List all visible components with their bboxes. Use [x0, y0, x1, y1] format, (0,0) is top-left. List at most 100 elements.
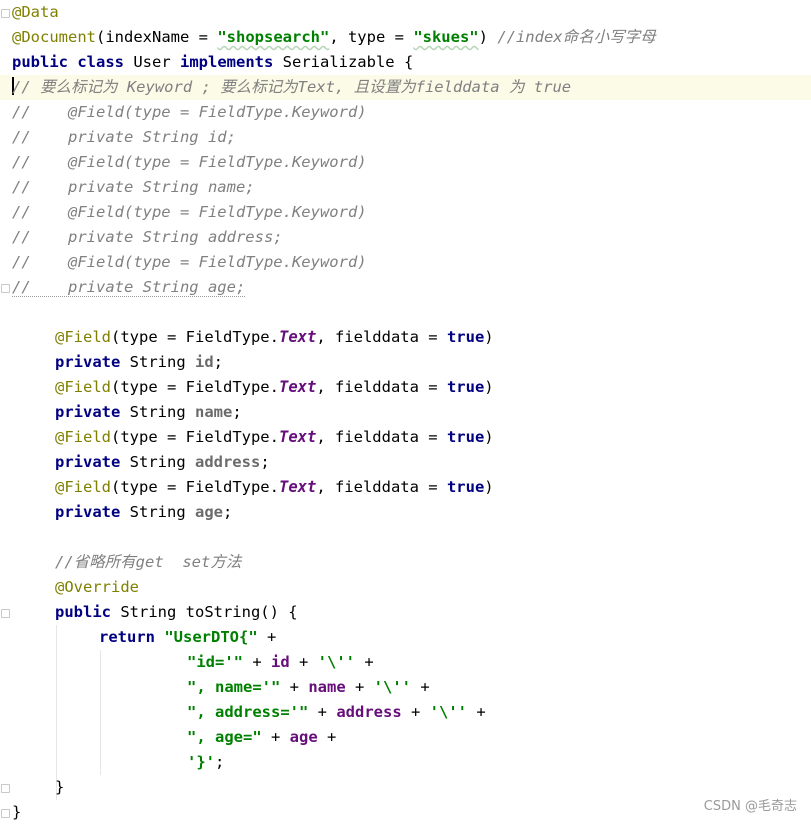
fold-marker-icon[interactable] [1, 609, 10, 618]
code-token: ) [484, 328, 494, 346]
code-token: (indexName = [96, 28, 218, 46]
keyword: public [55, 603, 121, 621]
type-name: String [129, 403, 195, 421]
keyword: true [446, 428, 485, 446]
code-line: // @Field(type = FieldType.Keyword) [12, 150, 367, 175]
string-literal: ", address='" [187, 703, 309, 721]
comment: // private String id; [12, 128, 236, 146]
code-token: , fielddata = [316, 428, 447, 446]
field-name: id [194, 353, 214, 371]
keyword: true [446, 478, 485, 496]
code-line: // @Field(type = FieldType.Keyword) [12, 100, 367, 125]
char-literal: '\'' [317, 653, 355, 671]
field-name: name [194, 403, 233, 421]
code-line: private String address; [12, 450, 270, 475]
code-token: + [308, 703, 337, 721]
string-literal: "UserDTO{" [164, 628, 258, 646]
type-name: String [129, 453, 195, 471]
code-line: private String name; [12, 400, 242, 425]
field-name: address [194, 453, 261, 471]
code-line: @Field(type = FieldType.Text, fielddata … [12, 375, 494, 400]
code-line: // private String id; [12, 125, 236, 150]
code-token: (type = FieldType. [111, 428, 279, 446]
comment: // @Field(type = FieldType.Keyword) [12, 203, 367, 221]
annotation: @Data [12, 3, 59, 21]
code-token: ) [484, 378, 494, 396]
code-line: @Field(type = FieldType.Text, fielddata … [12, 475, 494, 500]
field-reference: name [308, 678, 346, 696]
code-line: // @Field(type = FieldType.Keyword) [12, 250, 367, 275]
code-line: // private String address; [12, 225, 283, 250]
char-literal: '\'' [429, 703, 467, 721]
code-token: + [401, 703, 430, 721]
code-token: + [466, 703, 486, 721]
code-token: + [243, 653, 271, 671]
enum-constant: Text [278, 328, 317, 346]
code-token: , fielddata = [316, 378, 447, 396]
comment: // private String name; [12, 178, 255, 196]
fold-marker-icon[interactable] [1, 784, 10, 793]
keyword: implements [180, 53, 283, 71]
code-token: , fielddata = [316, 478, 447, 496]
editor-gutter [0, 0, 10, 822]
field-reference: address [336, 703, 402, 721]
closing-brace: } [12, 803, 22, 821]
keyword: private [55, 353, 130, 371]
type-name: String [129, 503, 195, 521]
comment: // private String address; [12, 228, 283, 246]
code-token: + [289, 653, 318, 671]
string-literal: "id='" [187, 653, 243, 671]
code-line: '}'; [12, 750, 224, 775]
comment: // @Field(type = FieldType.Keyword) [12, 103, 367, 121]
keyword: private [55, 453, 130, 471]
keyword: return [99, 628, 165, 646]
char-literal: '\'' [373, 678, 411, 696]
watermark: CSDN @毛奇志 [703, 799, 797, 814]
char-literal: '}' [187, 753, 215, 771]
string-literal: "shopsearch" [217, 28, 330, 46]
fold-marker-icon[interactable] [1, 284, 10, 293]
code-line: // @Field(type = FieldType.Keyword) [12, 200, 367, 225]
code-token: + [355, 653, 374, 671]
code-line: "id='" + id + '\'' + [12, 650, 374, 675]
code-token: ; [215, 753, 225, 771]
keyword: true [446, 378, 485, 396]
code-line: @Override [12, 575, 139, 600]
code-token: + [410, 678, 430, 696]
code-line: @Document(indexName = "shopsearch", type… [12, 25, 656, 50]
code-token: ; [222, 503, 233, 521]
string-literal: "skues" [413, 28, 479, 46]
type-name: String [129, 353, 195, 371]
code-line: public class User implements Serializabl… [12, 50, 413, 75]
annotation: @Field [55, 378, 111, 396]
comment: // @Field(type = FieldType.Keyword) [12, 153, 367, 171]
fold-marker-icon[interactable] [1, 9, 10, 18]
keyword: private [55, 503, 130, 521]
fold-marker-icon[interactable] [1, 809, 10, 818]
comment: //省略所有get set方法 [55, 553, 242, 571]
code-line: private String id; [12, 350, 223, 375]
code-editor[interactable]: @Data @Document(indexName = "shopsearch"… [0, 0, 811, 822]
current-line[interactable]: // 要么标记为 Keyword ; 要么标记为Text, 且设置为fieldd… [0, 75, 811, 100]
code-token: ) [484, 428, 494, 446]
closing-brace: } [55, 778, 65, 796]
code-token: (type = FieldType. [111, 478, 279, 496]
code-line: @Field(type = FieldType.Text, fielddata … [12, 325, 494, 350]
code-line: ", name='" + name + '\'' + [12, 675, 430, 700]
comment: // private String age; [12, 278, 246, 297]
enum-constant: Text [278, 478, 317, 496]
code-line: @Data [12, 0, 59, 25]
code-line: // private String age; [12, 275, 246, 300]
enum-constant: Text [278, 378, 317, 396]
keyword: public class [12, 53, 134, 71]
code-token: + [280, 678, 309, 696]
code-line: ", address='" + address + '\'' + [12, 700, 486, 725]
string-literal: ", age=" [187, 728, 262, 746]
comment: // @Field(type = FieldType.Keyword) [12, 253, 367, 271]
code-token: ) [484, 478, 494, 496]
interface-name: Serializable { [282, 53, 414, 71]
code-line: } [12, 775, 64, 800]
code-line: public String toString() { [12, 600, 298, 625]
code-line: } [12, 800, 21, 825]
code-line: // private String name; [12, 175, 255, 200]
